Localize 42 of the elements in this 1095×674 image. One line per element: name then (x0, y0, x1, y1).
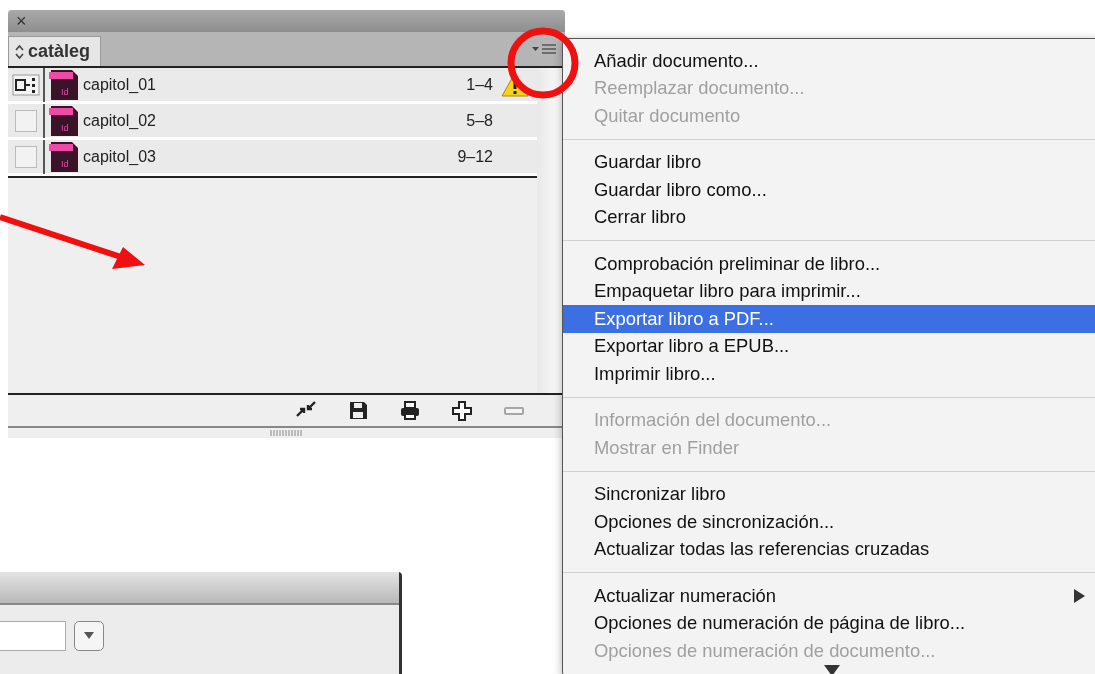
style-source-icon[interactable] (11, 73, 40, 96)
document-name: capitol_02 (83, 110, 157, 131)
menu-item[interactable]: Actualizar todas las referencias cruzadas (563, 535, 1095, 563)
page-range: 1–4 (465, 74, 493, 95)
printer-icon[interactable] (399, 399, 421, 422)
menu-item[interactable]: Exportar libro a PDF... (563, 305, 1095, 333)
file-type-label: Id (61, 122, 69, 133)
page-range: 5–8 (465, 110, 493, 131)
sort-icon (15, 43, 24, 60)
scroll-down-icon[interactable] (824, 664, 840, 674)
close-button[interactable]: × (16, 12, 27, 30)
dropdown-button[interactable] (74, 621, 104, 651)
menu-item[interactable]: Opciones de sincronización... (563, 508, 1095, 536)
document-row[interactable]: Id capitol_01 1–4 (8, 68, 537, 104)
document-row[interactable]: Id capitol_02 5–8 (8, 104, 537, 140)
menu-item[interactable]: Cerrar libro (563, 203, 1095, 231)
menu-item[interactable]: Imprimir libro... (563, 360, 1095, 388)
plus-icon[interactable] (451, 399, 473, 422)
document-row[interactable]: Id capitol_03 9–12 (8, 140, 537, 176)
save-icon[interactable] (347, 399, 369, 422)
menu-item[interactable]: Añadir documento... (563, 47, 1095, 75)
menu-item[interactable]: Comprobación preliminar de libro... (563, 250, 1095, 278)
menu-item[interactable]: Guardar libro como... (563, 176, 1095, 204)
document-name: capitol_01 (83, 74, 157, 95)
resize-grip-icon[interactable] (269, 430, 304, 436)
panel-tab[interactable]: catàleg (8, 36, 102, 66)
annotation-circle (507, 27, 579, 99)
menu-item[interactable]: Actualizar numeración (563, 582, 1095, 610)
menu-item[interactable]: Guardar libro (563, 148, 1095, 176)
scrollbar[interactable] (537, 68, 565, 393)
menu-item[interactable]: Exportar libro a EPUB... (563, 332, 1095, 360)
menu-item[interactable]: Sincronizar libro (563, 480, 1095, 508)
document-name: capitol_03 (83, 146, 157, 167)
submenu-arrow-icon (1074, 588, 1085, 603)
menu-item[interactable]: Opciones de numeración de página de libro... (563, 609, 1095, 637)
file-type-label: Id (61, 158, 69, 169)
file-type-label: Id (61, 86, 69, 97)
page-range: 9–12 (456, 146, 493, 167)
tab-label: catàleg (28, 40, 91, 63)
menu-item[interactable]: Empaquetar libro para imprimir... (563, 277, 1095, 305)
caret-icon (84, 632, 94, 640)
input-field[interactable] (0, 621, 66, 651)
